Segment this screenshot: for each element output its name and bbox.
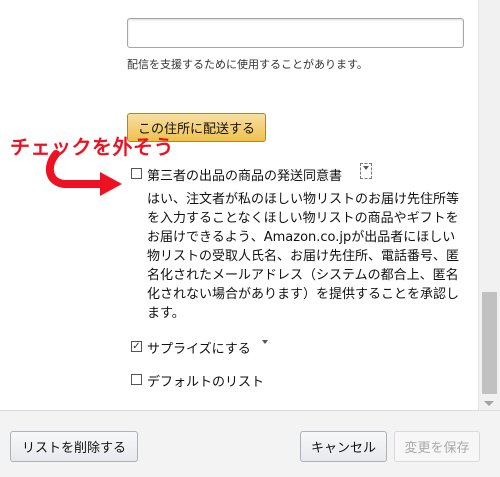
- surprise-checkbox[interactable]: ✓: [131, 341, 142, 352]
- save-changes-button[interactable]: 変更を保存: [394, 431, 480, 462]
- chevron-down-icon[interactable]: [262, 340, 268, 344]
- dialog-body: 配信を支援するために使用することがあります。 この住所に配送する 第三者の出品の…: [0, 0, 478, 410]
- surprise-label: サプライズにする: [147, 342, 251, 357]
- consent-label: 第三者の出品の商品の発送同意書: [147, 169, 343, 184]
- scrollbar-thumb[interactable]: [482, 292, 497, 394]
- info-popover-icon[interactable]: [360, 163, 372, 179]
- scroll-down-icon[interactable]: [484, 401, 494, 406]
- default-list-label: デフォルトのリスト: [147, 375, 265, 390]
- consent-checkbox[interactable]: [131, 168, 142, 179]
- cancel-button[interactable]: キャンセル: [300, 431, 387, 462]
- delivery-hint: 配信を支援するために使用することがあります。: [127, 58, 368, 71]
- delete-list-button[interactable]: リストを削除する: [10, 431, 138, 462]
- delivery-instructions-input[interactable]: [127, 18, 464, 48]
- default-list-checkbox[interactable]: [131, 374, 142, 385]
- scrollbar[interactable]: [478, 0, 500, 410]
- caret-down-icon: [363, 166, 369, 170]
- dialog-footer: リストを削除する キャンセル 変更を保存: [0, 410, 500, 477]
- consent-description: はい、注文者が私のほしい物リストのお届け先住所等を入力することなくほしい物リスト…: [147, 192, 460, 321]
- annotation-arrow-icon: [45, 150, 122, 196]
